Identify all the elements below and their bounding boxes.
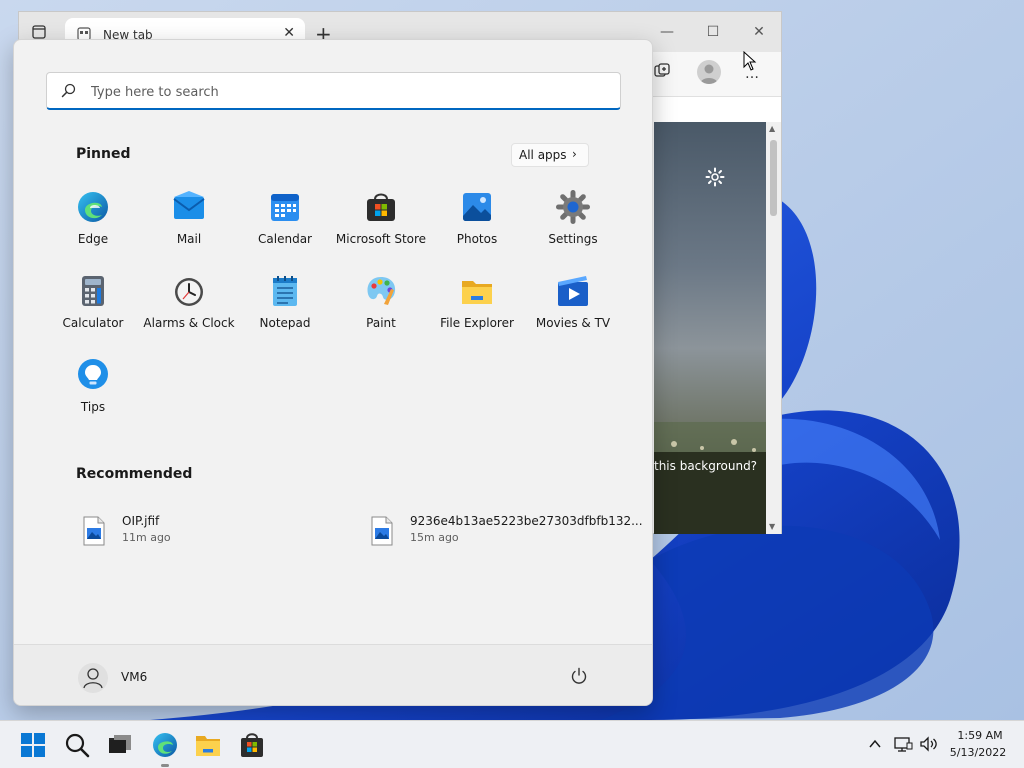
page-settings-gear-icon[interactable] <box>705 167 725 191</box>
scroll-thumb[interactable] <box>770 140 777 216</box>
task-view-icon[interactable] <box>106 731 134 759</box>
image-file-icon <box>83 516 105 546</box>
user-name[interactable]: VM6 <box>121 670 147 684</box>
edge-icon <box>78 192 108 222</box>
recommended-item[interactable]: 9236e4b13ae5223be27303dfbfb132... 15m ag… <box>370 514 643 550</box>
pinned-app-file-explorer[interactable]: File Explorer <box>429 274 525 344</box>
app-label: Calculator <box>62 316 124 330</box>
app-label: Calendar <box>258 232 312 246</box>
app-label: Tips <box>80 400 106 414</box>
pinned-app-settings[interactable]: Settings <box>525 190 621 260</box>
app-label: Alarms & Clock <box>143 316 235 330</box>
volume-icon[interactable] <box>919 736 939 756</box>
recommended-section-title: Recommended <box>76 466 193 482</box>
recommended-file-name: OIP.jfif <box>122 514 160 528</box>
mail-icon <box>173 191 205 219</box>
pinned-section-title: Pinned <box>76 146 131 162</box>
app-label: Photos <box>456 232 498 246</box>
page-scrollbar[interactable]: ▲ ▼ <box>766 122 781 534</box>
background-caption-link[interactable]: this background? <box>654 459 757 473</box>
start-search-box[interactable] <box>46 72 621 110</box>
pinned-app-calendar[interactable]: Calendar <box>237 190 333 260</box>
calendar-icon <box>271 194 299 221</box>
pinned-app-microsoft-store[interactable]: Microsoft Store <box>333 190 429 260</box>
taskbar-clock-date[interactable]: 5/13/2022 <box>945 746 1011 759</box>
recommended-file-name: 9236e4b13ae5223be27303dfbfb132... <box>410 514 643 528</box>
app-label: File Explorer <box>440 316 514 330</box>
lightbulb-icon <box>78 359 108 389</box>
app-label: Settings <box>548 232 598 246</box>
movies-play-icon <box>558 276 588 306</box>
power-icon[interactable] <box>570 667 588 689</box>
network-icon[interactable] <box>893 736 913 756</box>
app-label: Microsoft Store <box>335 232 427 246</box>
app-label: Paint <box>366 316 396 330</box>
user-avatar[interactable] <box>78 663 108 693</box>
pinned-app-photos[interactable]: Photos <box>429 190 525 260</box>
search-icon[interactable] <box>63 731 91 759</box>
app-label: Mail <box>176 232 202 246</box>
close-window-icon[interactable]: ✕ <box>749 22 769 42</box>
app-label: Movies & TV <box>535 316 611 330</box>
windows-start-icon[interactable] <box>19 731 47 759</box>
start-menu-footer: VM6 <box>14 644 652 705</box>
edge-icon[interactable] <box>151 731 179 759</box>
taskbar: 1:59 AM 5/13/2022 <box>0 720 1024 768</box>
calculator-icon <box>82 276 104 306</box>
pinned-app-notepad[interactable]: Notepad <box>237 274 333 344</box>
recommended-file-time: 11m ago <box>122 531 171 544</box>
pinned-app-tips[interactable]: Tips <box>45 358 141 428</box>
image-file-icon <box>371 516 393 546</box>
pinned-app-alarms-clock[interactable]: Alarms & Clock <box>141 274 237 344</box>
mouse-cursor-icon <box>743 51 757 71</box>
search-icon <box>61 83 76 102</box>
paint-palette-icon <box>367 277 396 305</box>
maximize-icon[interactable]: ☐ <box>703 22 723 42</box>
app-label: Edge <box>77 232 109 246</box>
settings-gear-icon <box>556 190 590 224</box>
taskbar-clock-time[interactable]: 1:59 AM <box>950 729 1010 742</box>
file-explorer-icon[interactable] <box>194 731 222 759</box>
pinned-app-edge[interactable]: Edge <box>45 190 141 260</box>
minimize-icon[interactable]: — <box>657 22 677 42</box>
all-apps-label: All apps <box>519 148 567 162</box>
pinned-app-mail[interactable]: Mail <box>141 190 237 260</box>
recommended-file-time: 15m ago <box>410 531 459 544</box>
store-icon <box>367 193 395 221</box>
start-menu: Pinned All apps › Edge Mail Calendar <box>13 39 653 706</box>
search-input[interactable] <box>89 81 593 103</box>
all-apps-button[interactable]: All apps › <box>511 143 589 167</box>
profile-avatar-icon[interactable] <box>697 60 721 84</box>
collections-icon[interactable] <box>653 62 671 84</box>
pinned-app-calculator[interactable]: Calculator <box>45 274 141 344</box>
user-icon <box>83 668 103 689</box>
photos-icon <box>463 193 491 221</box>
chevron-right-icon: › <box>572 147 577 161</box>
chevron-up-icon[interactable] <box>867 736 883 756</box>
recommended-item[interactable]: OIP.jfif 11m ago <box>82 514 322 550</box>
pinned-app-movies-tv[interactable]: Movies & TV <box>525 274 621 344</box>
app-label: Notepad <box>259 316 311 330</box>
scroll-down-icon[interactable]: ▼ <box>769 522 775 531</box>
scroll-up-icon[interactable]: ▲ <box>769 124 775 133</box>
folder-icon <box>462 281 492 304</box>
store-icon[interactable] <box>238 731 266 759</box>
pinned-app-paint[interactable]: Paint <box>333 274 429 344</box>
clock-icon <box>175 278 203 306</box>
running-app-indicator <box>161 764 169 767</box>
notepad-icon <box>273 276 297 306</box>
